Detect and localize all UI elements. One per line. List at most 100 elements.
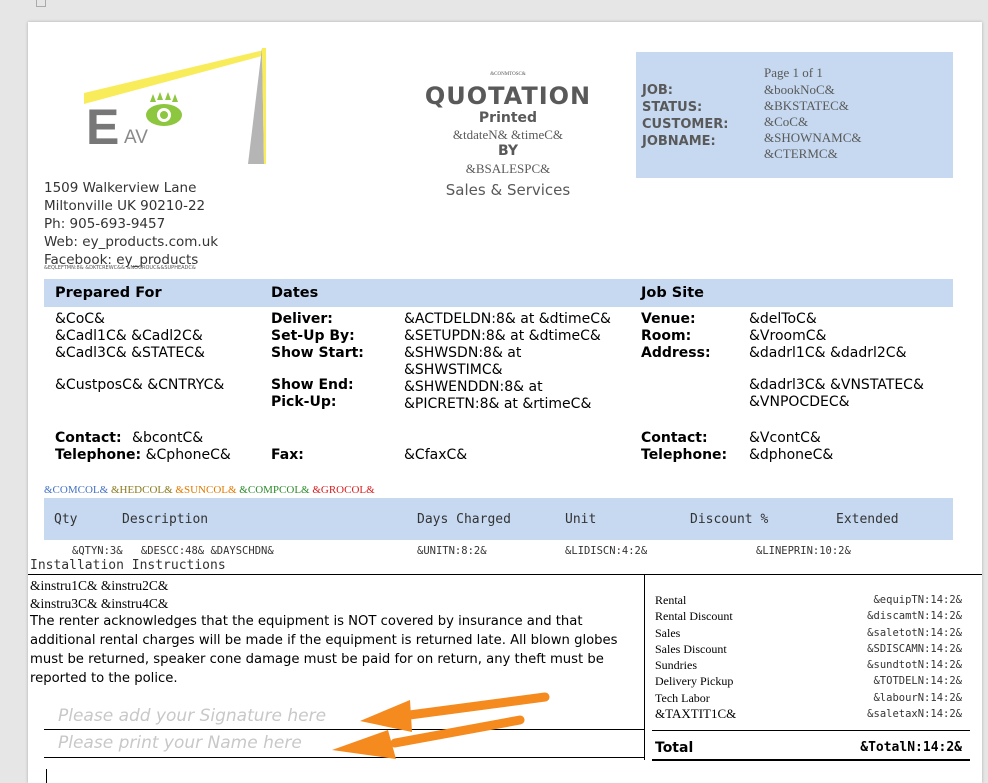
venue-telephone-value: &dphoneC& <box>749 447 834 463</box>
total-value-rental: &equipTN:14:2& <box>873 594 962 606</box>
page-number: Page 1 of 1 <box>764 65 823 80</box>
print-date-time: &tdateN& &timeC& <box>452 127 564 142</box>
customer-address-1: &Cadl1C& &Cadl2C& <box>55 328 203 344</box>
cell-unit: &UNITN:8:2& <box>417 545 487 557</box>
color-code-sun: &SUNCOL& <box>175 484 237 496</box>
signature-field[interactable]: Please add your Signature here <box>58 706 326 726</box>
total-label-tech-labor: Tech Labor <box>655 690 710 705</box>
website: Web: ey_products.com.uk <box>44 234 219 250</box>
total-label-sales-discount: Sales Discount <box>655 641 727 656</box>
col-description: Description <box>122 512 209 527</box>
pickup-label: Pick-Up: <box>271 394 337 410</box>
instructions-line-1: &instru1C& &instru2C& <box>30 578 169 593</box>
salesperson: &BSALESPC& <box>465 161 551 176</box>
total-value-sundries: &sundtotN:14:2& <box>867 659 962 672</box>
col-extended: Extended <box>836 512 899 527</box>
total-label-rental: Rental <box>655 593 687 607</box>
showstart-value: &SHWSDN:8& at <box>404 345 522 361</box>
prepared-for-block: &CoC& &Cadl1C& &Cadl2C& &Cadl3C& &STATEC… <box>55 311 205 362</box>
venue-value: &delToC& <box>749 311 817 327</box>
job-value: &bookNoC& <box>764 82 835 97</box>
color-codes: &COMCOL& &HEDCOL& &SUNCOL& &COMPCOL& &GR… <box>44 484 375 496</box>
venue-label: Venue: <box>641 311 696 327</box>
jobname-value: &SHOWNAMC& <box>764 130 862 145</box>
by-label: BY <box>497 143 519 159</box>
cell-description: &DESCC:48& <box>140 545 205 557</box>
cell-extended: &LINEPRIN:10:2& <box>756 545 851 557</box>
deliver-value: &ACTDELDN:8& at &dtimeC& <box>404 311 611 327</box>
fax-label: Fax: <box>271 447 304 463</box>
job-site-heading: Job Site <box>641 285 704 301</box>
room-label: Room: <box>641 328 692 344</box>
address-value-2: &dadrl3C& &VNSTATEC& <box>749 377 924 393</box>
room-value: &VroomC& <box>749 328 827 344</box>
job-values: &bookNoC& &BKSTATEC& &CoC& &SHOWNAMC& &C… <box>764 82 862 162</box>
customer-postcode-country: &CustposC& &CNTRYC& <box>55 377 225 393</box>
section-header-band <box>44 279 953 307</box>
document-icon <box>36 0 46 7</box>
contact-value: &bcontC& <box>132 430 204 446</box>
address-line-2: Miltonville UK 90210-22 <box>44 198 206 214</box>
color-code-com: &COMCOL& <box>44 484 109 496</box>
total-value-sales: &saletotN:14:2& <box>867 626 962 639</box>
printed-label: Printed <box>478 110 538 126</box>
contact-label: Contact: <box>55 430 122 446</box>
venue-contact-label: Contact: <box>641 430 708 446</box>
totals-labels: Rental Rental Discount Sales Sales Disco… <box>655 592 736 722</box>
logo-suffix: AV <box>124 127 148 148</box>
name-field[interactable]: Please print your Name here <box>58 733 302 753</box>
total-label-rental-discount: Rental Discount <box>655 609 733 624</box>
cell-discount: &LIDISCN:4:2& <box>565 545 648 557</box>
col-qty: Qty <box>54 512 78 527</box>
color-code-comp: &COMPCOL& <box>239 484 310 496</box>
grand-total-value: &TotalN:14:2& <box>860 740 962 755</box>
job-label: JOB: <box>642 83 673 98</box>
fax-value: &CfaxC& <box>404 447 468 463</box>
dates-values: &ACTDELDN:8& at &dtimeC& &SETUPDN:8& at … <box>404 311 611 413</box>
customer-value: &CoC& <box>764 114 809 129</box>
tiny-code-line: &EQLEFTMN:8& &DKTCREWC&& &NOGROUC&&SUPHE… <box>44 265 196 271</box>
eye-icon <box>146 92 182 126</box>
col-unit: Unit <box>565 512 597 527</box>
arrow-icon <box>332 692 550 759</box>
setup-value: &SETUPDN:8& at &dtimeC& <box>404 328 601 344</box>
jobsite-contact-values: &VcontC& &dphoneC& <box>749 430 833 464</box>
cterm-value: &CTERMC& <box>764 146 838 161</box>
total-value-rental-discount: &discamtN:14:2& <box>867 610 962 623</box>
telephone-value: &CphoneC& <box>145 447 231 463</box>
totals-values: &equipTN:14:2& &discamtN:14:2& &saletotN… <box>780 592 962 722</box>
customer-label: CUSTOMER: <box>642 117 729 132</box>
jobsite-labels: Venue: Room: Address: <box>641 311 711 362</box>
telephone-label: Telephone: <box>55 447 142 463</box>
customer-contact: Contact: &bcontC& <box>55 430 203 447</box>
jobname-label: JOBNAME: <box>642 134 716 149</box>
col-discount: Discount % <box>690 512 769 527</box>
grand-total-label: Total <box>655 740 694 756</box>
address-label: Address: <box>641 345 711 361</box>
showend-label: Show End: <box>271 377 354 393</box>
total-value-sales-discount: &SDISCAMN:14:2& <box>867 642 962 655</box>
status-label: STATUS: <box>642 100 703 115</box>
jobsite-contact-labels: Contact: Telephone: <box>641 430 727 464</box>
pickup-value: &PICRETN:8& at &rtimeC& <box>404 396 592 412</box>
table-row: &QTYN:3& &DESCC:48& &DAYSCHDN& <box>72 544 274 558</box>
total-value-tax: &saletaxN:14:2& <box>867 708 962 721</box>
logo-letter: E <box>86 99 120 155</box>
showend-value: &SHWENDDN:8& at <box>404 379 543 395</box>
total-line <box>652 730 970 731</box>
venue-contact-value: &VcontC& <box>749 430 821 446</box>
customer-address-2: &Cadl3C& &STATEC& <box>55 345 205 361</box>
total-bottom-line <box>652 759 970 761</box>
status-value: &BKSTATEC& <box>764 98 849 113</box>
header-tiny-code: &CONMTOSC& <box>490 72 526 77</box>
total-value-delivery: &TOTDELN:14:2& <box>873 675 962 688</box>
total-label-sundries: Sundries <box>655 658 697 673</box>
installation-title: Installation Instructions <box>30 558 226 573</box>
jobsite-address-more: &dadrl3C& &VNSTATEC& &VNPOCDEC& <box>749 377 924 411</box>
showstart-label: Show Start: <box>271 345 364 361</box>
dates-labels: Deliver: Set-Up By: Show Start: <box>271 311 364 362</box>
dates-labels-2: Show End: Pick-Up: <box>271 377 354 411</box>
total-label-sales: Sales <box>655 625 681 640</box>
color-code-hed: &HEDCOL& <box>110 484 173 496</box>
showstart-time: &SHWSTIMC& <box>404 362 503 378</box>
